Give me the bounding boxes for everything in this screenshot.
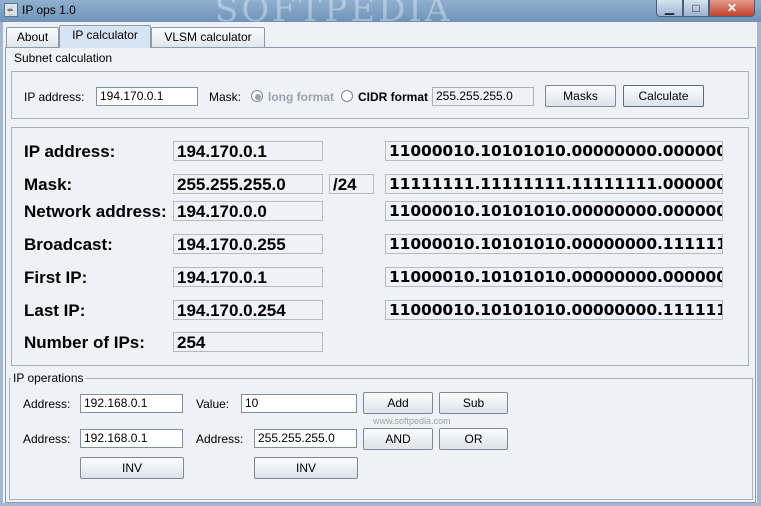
minimize-button[interactable]: ▁ [656, 0, 683, 17]
result-broadcast-label: Broadcast: [24, 235, 113, 254]
result-last-ip-binary: 11000010.10101010.00000000.11111110 [385, 300, 723, 320]
inv-button-2[interactable]: INV [254, 457, 358, 479]
and-button[interactable]: AND [363, 428, 433, 450]
close-icon: ✕ [726, 1, 738, 15]
minimize-icon: ▁ [664, 1, 675, 15]
address-label-2: Address: [23, 432, 71, 446]
result-network-value: 194.170.0.0 [173, 201, 323, 221]
mask-input[interactable]: 255.255.255.0 [432, 87, 534, 106]
maximize-icon: □ [692, 1, 700, 15]
result-broadcast-value: 194.170.0.255 [173, 234, 323, 254]
result-network-label: Network address: [24, 202, 167, 221]
tab-vlsm-calculator[interactable]: VLSM calculator [151, 27, 265, 47]
result-network-binary: 11000010.10101010.00000000.00000000 [385, 201, 723, 221]
tab-about[interactable]: About [6, 27, 59, 47]
address-label-3: Address: [196, 432, 244, 446]
value-label: Value: [196, 397, 230, 411]
result-mask-binary: 11111111.11111111.11111111.00000000 [385, 174, 723, 194]
or-button[interactable]: OR [439, 428, 508, 450]
ip-operations-title: IP operations [11, 371, 86, 385]
window-title: IP ops 1.0 [22, 3, 76, 17]
result-first-ip-label: First IP: [24, 268, 88, 287]
address-input-3[interactable]: 255.255.255.0 [254, 429, 357, 448]
ip-address-label: IP address: [24, 90, 85, 104]
result-first-ip-binary: 11000010.10101010.00000000.00000001 [385, 267, 723, 287]
value-input[interactable]: 10 [241, 394, 357, 413]
tab-ip-calculator[interactable]: IP calculator [59, 25, 151, 48]
cidr-format-radio[interactable] [341, 90, 353, 102]
result-count-value: 254 [173, 332, 323, 352]
sub-button[interactable]: Sub [439, 392, 508, 414]
result-mask-value: 255.255.255.0 [173, 174, 323, 194]
result-last-ip-label: Last IP: [24, 301, 86, 320]
cidr-format-label: CIDR format [358, 90, 429, 104]
softpedia-caption: www.softpedia.com [373, 416, 451, 426]
result-last-ip-value: 194.170.0.254 [173, 300, 323, 320]
calculate-button[interactable]: Calculate [623, 85, 704, 107]
result-ip-label: IP address: [24, 142, 116, 161]
long-format-label: long format [268, 90, 334, 104]
ip-address-input[interactable]: 194.170.0.1 [96, 87, 198, 106]
java-cup-icon: ☕ [4, 3, 18, 17]
window-frame-right [757, 22, 761, 506]
address-input-1[interactable]: 192.168.0.1 [80, 394, 183, 413]
mask-label: Mask: [209, 90, 242, 104]
result-broadcast-binary: 11000010.10101010.00000000.11111111 [385, 234, 723, 254]
result-first-ip-value: 194.170.0.1 [173, 267, 323, 287]
result-ip-binary: 11000010.10101010.00000000.00000001 [385, 141, 723, 161]
address-input-2[interactable]: 192.168.0.1 [80, 429, 183, 448]
result-count-label: Number of IPs: [24, 333, 145, 352]
subnet-calculation-title: Subnet calculation [12, 51, 115, 65]
long-format-radio[interactable] [251, 90, 263, 102]
watermark-logo: SOFTPEDIA [215, 0, 453, 30]
result-mask-cidr: /24 [329, 174, 374, 194]
inv-button-1[interactable]: INV [80, 457, 184, 479]
close-button[interactable]: ✕ [709, 0, 755, 17]
maximize-button[interactable]: □ [683, 0, 709, 17]
add-button[interactable]: Add [363, 392, 433, 414]
result-mask-label: Mask: [24, 175, 73, 194]
address-label-1: Address: [23, 397, 71, 411]
window-frame-left [0, 22, 3, 506]
result-ip-value: 194.170.0.1 [173, 141, 323, 161]
masks-button[interactable]: Masks [545, 85, 616, 107]
